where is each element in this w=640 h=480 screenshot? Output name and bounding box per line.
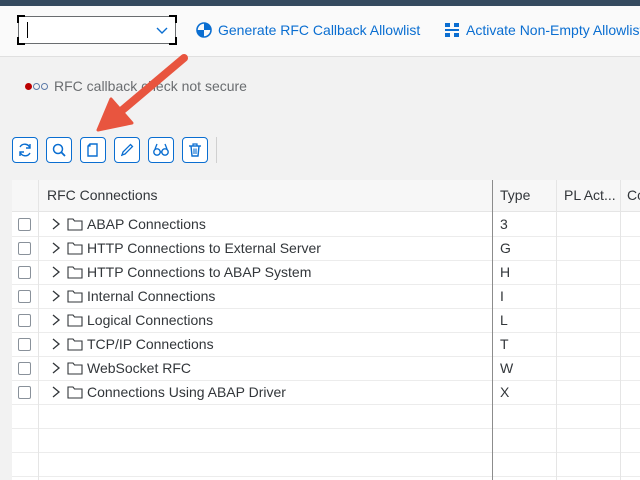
table-row [12,404,640,429]
grid-toolbar [12,137,208,163]
display-icon [153,143,169,156]
connection-name: HTTP Connections to External Server [87,240,321,256]
row-checkbox[interactable] [18,338,31,351]
status-empty-dot [33,82,40,90]
table-row[interactable]: HTTP Connections to ABAP System H [12,260,640,285]
connection-name: TCP/IP Connections [87,336,214,352]
chevron-right-icon[interactable] [50,313,62,327]
chevron-right-icon[interactable] [50,265,62,279]
connection-name: HTTP Connections to ABAP System [87,264,312,280]
table-row[interactable]: Internal Connections I [12,284,640,309]
column-header-rfc-connections[interactable]: RFC Connections [47,180,487,211]
row-checkbox[interactable] [18,386,31,399]
activate-allowlist-button[interactable]: Activate Non-Empty Allowlist [444,14,640,46]
hierarchy-icon [445,23,459,37]
chevron-right-icon[interactable] [50,385,62,399]
connection-type: T [500,336,509,352]
column-divider [492,180,493,480]
connection-name: Logical Connections [87,312,214,328]
table-row[interactable]: ABAP Connections 3 [12,212,640,237]
table-row[interactable]: Logical Connections L [12,308,640,333]
create-icon [87,143,98,157]
table-row[interactable]: WebSocket RFC W [12,356,640,381]
status-indicator: RFC callback check not secure [25,78,247,94]
folder-icon [67,386,83,399]
column-divider [556,180,557,480]
chevron-right-icon[interactable] [50,217,62,231]
connection-type: G [500,240,511,256]
generate-allowlist-label: Generate RFC Callback Allowlist [218,22,421,38]
row-checkbox[interactable] [18,314,31,327]
edit-icon [120,143,134,157]
table-row [12,428,640,453]
table-row[interactable]: HTTP Connections to External Server G [12,236,640,261]
folder-icon [67,362,83,375]
toolbar-separator [216,137,217,163]
chevron-right-icon[interactable] [50,241,62,255]
table-row[interactable]: TCP/IP Connections T [12,332,640,357]
status-text: RFC callback check not secure [54,78,247,94]
folder-icon [67,242,83,255]
edit-button[interactable] [114,137,140,163]
display-button[interactable] [148,137,174,163]
focus-corner [169,15,177,23]
folder-icon [67,290,83,303]
folder-icon [67,338,83,351]
delete-button[interactable] [182,137,208,163]
command-field[interactable] [17,15,177,45]
create-button[interactable] [80,137,106,163]
generate-allowlist-button[interactable]: Generate RFC Callback Allowlist [196,14,420,46]
connection-type: H [500,264,511,280]
chevron-right-icon[interactable] [50,361,62,375]
chevron-down-icon[interactable] [155,23,169,37]
row-checkbox[interactable] [18,290,31,303]
row-checkbox[interactable] [18,218,31,231]
column-header-type[interactable]: Type [500,180,550,211]
status-red-dot [25,82,32,90]
focus-corner [17,15,25,23]
table-row[interactable]: Connections Using ABAP Driver X [12,380,640,405]
table-row [12,452,640,477]
text-caret [27,22,28,38]
refresh-button[interactable] [12,137,38,163]
connection-type: W [500,360,514,376]
traffic-light-icon [25,82,48,90]
chevron-right-icon[interactable] [50,337,62,351]
table-header: RFC Connections Type PL Act... Co [12,180,640,212]
folder-icon [67,218,83,231]
connection-name: WebSocket RFC [87,360,191,376]
connection-name: Internal Connections [87,288,216,304]
connection-type: I [500,288,504,304]
connection-type: L [500,312,508,328]
row-checkbox[interactable] [18,266,31,279]
row-checkbox[interactable] [18,362,31,375]
delete-icon [189,143,201,157]
column-divider [38,180,39,480]
refresh-icon [19,143,31,157]
connection-type: X [500,384,510,400]
search-icon [52,143,66,157]
focus-corner [169,37,177,45]
column-divider [620,180,621,480]
connection-name: ABAP Connections [87,216,206,232]
focus-corner [17,37,25,45]
row-checkbox[interactable] [18,242,31,255]
chevron-right-icon[interactable] [50,289,62,303]
search-button[interactable] [46,137,72,163]
allowlist-shield-icon [196,22,212,38]
column-header-extra[interactable]: Co [627,180,640,211]
connection-name: Connections Using ABAP Driver [87,384,286,400]
folder-icon [67,266,83,279]
activate-allowlist-label: Activate Non-Empty Allowlist [466,22,640,38]
status-empty-dot [41,82,48,90]
rfc-connections-table: RFC Connections Type PL Act... Co ABAP C… [12,180,640,480]
connection-type: 3 [500,216,508,232]
folder-icon [67,314,83,327]
column-header-pl-act[interactable]: PL Act... [564,180,618,211]
